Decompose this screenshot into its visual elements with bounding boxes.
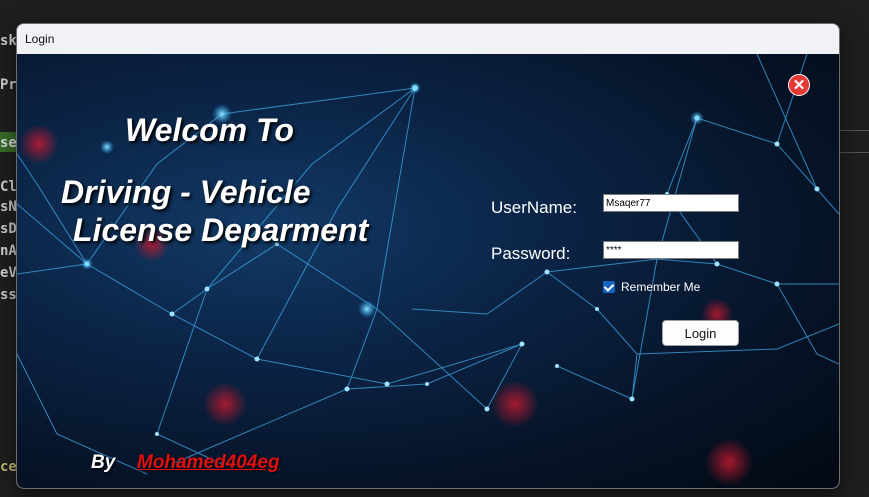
login-window: Login ✕ Welcom To Driving - Vehicle Lice… [16, 23, 840, 489]
code-fragment: nA [0, 243, 17, 259]
code-fragment: ce [0, 459, 17, 475]
remember-me-checkbox[interactable] [603, 281, 615, 293]
editor-divider [838, 130, 869, 131]
code-fragment: ss [0, 287, 17, 303]
username-label: UserName: [491, 198, 577, 217]
welcome-heading: Welcom To [125, 112, 294, 148]
remember-me-label: Remember Me [621, 280, 701, 294]
department-title-line2: License Deparment [73, 212, 369, 248]
code-fragment: eV [0, 265, 17, 281]
author-link[interactable]: Mohamed404eg [137, 452, 280, 474]
password-label: Password: [491, 244, 571, 263]
window-title: Login [25, 32, 55, 46]
username-input[interactable] [603, 194, 739, 212]
password-input[interactable] [603, 241, 739, 259]
code-fragment: Cl [0, 179, 17, 195]
code-fragment: sk [0, 33, 17, 49]
login-form-background: ✕ Welcom To Driving - Vehicle License De… [17, 54, 839, 488]
code-fragment: sD [0, 221, 17, 237]
code-fragment: sN [0, 199, 17, 215]
login-button[interactable]: Login [662, 320, 739, 346]
by-label: By [91, 452, 116, 473]
department-title-line1: Driving - Vehicle [61, 174, 311, 210]
remember-me-checkbox-row[interactable]: Remember Me [603, 280, 700, 294]
close-icon[interactable]: ✕ [788, 74, 810, 96]
code-fragment: Pr [0, 77, 17, 93]
editor-divider [838, 152, 869, 153]
code-fragment: se [0, 135, 17, 151]
window-titlebar[interactable]: Login [17, 24, 839, 54]
